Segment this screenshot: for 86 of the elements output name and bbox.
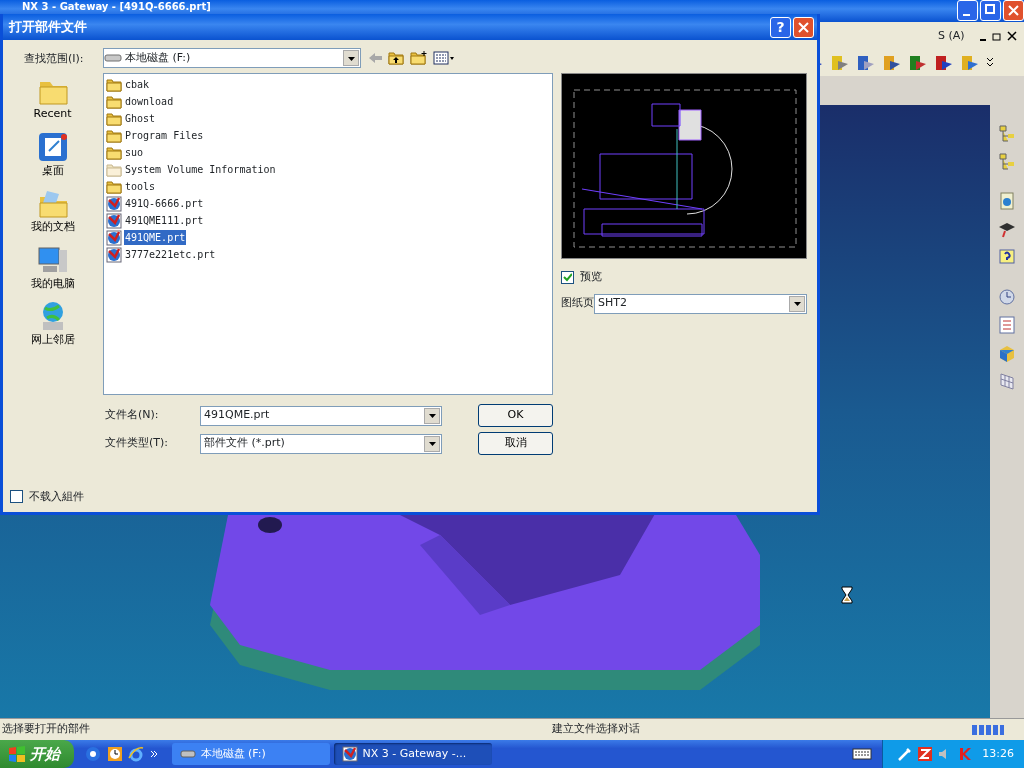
view-menu-icon[interactable] — [433, 50, 455, 66]
file-icon[interactable] — [106, 246, 122, 263]
part-icon — [341, 746, 358, 762]
place-button[interactable]: 我的文档 — [30, 185, 75, 238]
folder-icon[interactable] — [106, 76, 122, 93]
checkbox[interactable] — [561, 270, 574, 284]
dropdown-arrow-icon — [427, 440, 437, 447]
folder-icon[interactable] — [106, 144, 122, 161]
checkbox-label: 预览 — [579, 269, 602, 285]
file-item[interactable]: 491QME.prt — [124, 230, 187, 245]
window-title: NX 3 - Gateway - [491Q-6666.prt] — [22, 0, 211, 13]
folder-icon[interactable] — [106, 178, 122, 195]
tray-icon[interactable] — [916, 746, 933, 762]
file-item[interactable]: 3777e221etc.prt — [124, 247, 217, 262]
hourglass-icon — [841, 586, 853, 604]
status-text: 建立文件选择对话 — [552, 721, 640, 738]
chevron-icon[interactable] — [986, 57, 994, 69]
chevron-icon[interactable] — [149, 750, 158, 758]
field-label: 图纸页 — [561, 295, 594, 312]
dropdown-arrow-icon — [792, 300, 802, 307]
field-label: 查找范围(I): — [23, 51, 85, 67]
folder-icon[interactable] — [106, 93, 122, 110]
folder-icon[interactable] — [106, 127, 122, 144]
file-item[interactable]: System Volume Information — [124, 162, 277, 177]
file-item[interactable]: 491QME111.prt — [124, 213, 205, 228]
taskbar-button[interactable]: 本地磁盘 (F:) — [171, 743, 330, 765]
filename-field[interactable]: 491QME.prt — [200, 405, 442, 426]
menu-item[interactable]: S (A) — [937, 27, 965, 45]
file-item[interactable]: tools — [124, 179, 157, 194]
restore-icon[interactable] — [991, 30, 1004, 42]
file-item[interactable]: suo — [124, 145, 145, 160]
filetype-dropdown[interactable]: 部件文件 (*.prt) — [200, 433, 442, 454]
page-icon[interactable] — [997, 191, 1017, 211]
dialog-title: 打开部件文件 — [9, 18, 87, 37]
up-folder-icon[interactable] — [388, 50, 404, 66]
place-button[interactable]: 桌面 — [36, 128, 69, 181]
list-icon[interactable] — [997, 315, 1017, 335]
progress-indicator — [972, 723, 1004, 736]
grid-icon[interactable] — [997, 371, 1017, 391]
checkbox-label: 不载入組件 — [28, 488, 84, 505]
start-button[interactable]: 开始 — [0, 740, 74, 768]
taskbar-button[interactable]: NX 3 - Gateway -... — [333, 743, 492, 765]
tree-icon[interactable] — [997, 123, 1017, 143]
cube-icon[interactable] — [997, 343, 1017, 363]
tool-icon[interactable] — [960, 53, 980, 73]
tool-icon[interactable] — [856, 53, 876, 73]
ok-button[interactable]: OK — [478, 404, 553, 427]
sheet-dropdown[interactable]: SHT2 — [594, 293, 807, 314]
browser-icon[interactable] — [85, 746, 101, 762]
checkbox[interactable] — [10, 490, 23, 504]
dropdown-arrow-icon — [346, 54, 356, 62]
file-icon[interactable] — [106, 229, 122, 246]
flag-icon — [8, 746, 26, 762]
tree-icon[interactable] — [997, 151, 1017, 171]
help-icon[interactable] — [997, 247, 1017, 267]
folder-icon[interactable] — [106, 110, 122, 127]
place-button[interactable]: 网上邻居 — [30, 298, 75, 351]
drive-icon — [104, 52, 122, 64]
dropdown-arrow-icon — [427, 412, 437, 419]
close-icon[interactable] — [1006, 30, 1018, 42]
location-dropdown[interactable]: 本地磁盘 (F:) — [103, 48, 361, 68]
field-label: 文件名(N): — [105, 407, 160, 424]
file-icon[interactable] — [106, 212, 122, 229]
desktop-icon — [36, 130, 69, 163]
field-label: 文件类型(T): — [105, 435, 169, 452]
file-item[interactable]: Program Files — [124, 128, 205, 143]
tool-icon[interactable] — [882, 53, 902, 73]
new-folder-icon[interactable] — [409, 50, 428, 66]
tool-icon[interactable] — [830, 53, 850, 73]
file-item[interactable]: download — [124, 94, 175, 109]
keyboard-icon[interactable] — [851, 747, 872, 761]
help-button[interactable]: ? — [770, 16, 791, 38]
cancel-button[interactable]: 取消 — [478, 432, 553, 455]
clock: 13:26 — [982, 745, 1014, 762]
clock-icon[interactable] — [106, 746, 123, 762]
tool-icon[interactable] — [934, 53, 954, 73]
tool-icon[interactable] — [908, 53, 928, 73]
file-item[interactable]: Ghost — [124, 111, 157, 126]
file-item[interactable]: cbak — [124, 77, 151, 92]
file-item[interactable]: 491Q-6666.prt — [124, 196, 205, 211]
wrench-icon[interactable] — [896, 746, 913, 762]
place-button[interactable]: Recent — [33, 72, 72, 125]
browser-icon[interactable] — [128, 746, 144, 762]
file-icon[interactable] — [106, 195, 122, 212]
place-button[interactable]: 我的电脑 — [30, 241, 75, 294]
status-text: 选择要打开的部件 — [1, 721, 91, 738]
